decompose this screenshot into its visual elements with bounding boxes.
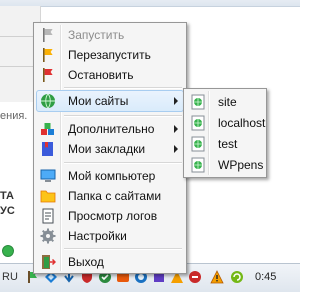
menu-item-label: Мои сайты	[68, 94, 129, 108]
web-page-icon	[191, 157, 205, 173]
menu-item-additional[interactable]: Дополнительно	[36, 118, 184, 140]
menu-separator	[64, 248, 182, 250]
update-tray-icon[interactable]	[230, 270, 244, 284]
menu-item-label: Папка с сайтами	[68, 189, 162, 203]
bookmarks-icon	[42, 142, 53, 156]
submenu-item-label: WPpens	[218, 158, 264, 172]
menu-item-my-computer[interactable]: Мой компьютер	[36, 165, 184, 187]
my-sites-submenu: site localhost test WPpens	[183, 88, 267, 178]
submenu-item-label: test	[218, 137, 238, 151]
menu-item-start[interactable]: Запустить	[36, 24, 184, 46]
flag-gray-icon	[43, 28, 53, 42]
menu-separator	[64, 87, 182, 89]
blocks-icon	[41, 123, 54, 135]
submenu-item-label: localhost	[218, 116, 266, 130]
submenu-item-localhost[interactable]: localhost	[186, 113, 266, 133]
globe-icon	[41, 93, 55, 109]
web-page-icon	[191, 115, 205, 131]
submenu-arrow-icon	[174, 125, 178, 133]
tray-context-menu: Запустить Перезапустить Остановить Мои с…	[33, 22, 187, 274]
menu-item-exit[interactable]: Выход	[36, 251, 184, 273]
submenu-item-label: site	[218, 95, 237, 109]
menu-item-stop[interactable]: Остановить	[36, 64, 184, 86]
clock[interactable]: 0:45	[255, 271, 276, 283]
check-status-icon	[2, 245, 14, 257]
menu-separator	[64, 115, 182, 117]
submenu-arrow-icon	[174, 145, 178, 153]
menu-item-settings[interactable]: Настройки	[36, 225, 184, 247]
folder-icon	[40, 190, 56, 203]
menu-item-label: Дополнительно	[68, 122, 155, 136]
menu-item-label: Перезапустить	[68, 48, 151, 62]
background-bold-text: УС	[0, 205, 15, 217]
exit-icon	[42, 255, 56, 269]
submenu-arrow-icon	[174, 97, 178, 105]
language-indicator[interactable]: RU	[2, 271, 18, 283]
gear-icon	[40, 228, 56, 244]
document-icon	[42, 208, 54, 224]
menu-item-label: Настройки	[68, 229, 127, 243]
menu-item-my-bookmarks[interactable]: Мои закладки	[36, 138, 184, 160]
window-titlebar	[0, 0, 300, 7]
flag-yellow-icon	[43, 48, 53, 62]
computer-icon	[40, 169, 56, 182]
web-page-icon	[191, 136, 205, 152]
submenu-item-wppens[interactable]: WPpens	[186, 155, 264, 175]
submenu-item-test[interactable]: test	[186, 134, 264, 154]
web-page-icon	[191, 94, 205, 110]
menu-item-restart[interactable]: Перезапустить	[36, 44, 184, 66]
menu-item-sites-folder[interactable]: Папка с сайтами	[36, 185, 184, 207]
menu-item-label: Просмотр логов	[68, 209, 158, 223]
warning-tray-icon[interactable]	[210, 270, 224, 284]
menu-item-label: Запустить	[68, 28, 125, 42]
menu-item-label: Мой компьютер	[68, 169, 156, 183]
menu-item-label: Мои закладки	[68, 142, 146, 156]
submenu-item-site[interactable]: site	[186, 92, 264, 112]
menu-separator	[64, 162, 182, 164]
app-tray-icon[interactable]	[188, 270, 202, 284]
menu-item-label: Выход	[68, 255, 104, 269]
background-text: ения.	[0, 110, 28, 122]
flag-red-icon	[43, 68, 53, 82]
menu-item-my-sites[interactable]: Мои сайты	[36, 90, 184, 112]
background-bold-text: ТА	[0, 190, 14, 202]
menu-item-view-logs[interactable]: Просмотр логов	[36, 205, 184, 227]
menu-item-label: Остановить	[68, 68, 134, 82]
